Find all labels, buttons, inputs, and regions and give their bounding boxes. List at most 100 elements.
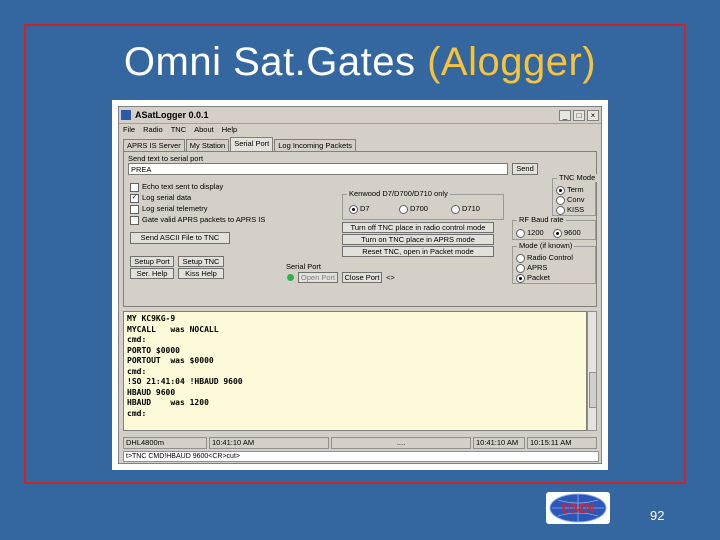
packet-mode-button[interactable]: Reset TNC, open in Packet mode xyxy=(342,246,494,257)
status-cell: DHL4800m xyxy=(123,437,207,449)
page-number: 92 xyxy=(650,508,665,523)
slide-title-main: Omni Sat.Gates xyxy=(123,40,416,84)
tnc-mode-label: TNC Mode xyxy=(557,173,598,182)
setup-port-button[interactable]: Setup Port xyxy=(130,256,174,267)
radio-aprs[interactable]: APRS xyxy=(516,263,547,273)
send-ascii-file-button[interactable]: Send ASCII File to TNC xyxy=(130,232,230,244)
svg-text:UMN: UMN xyxy=(561,502,594,517)
radio-button-icon[interactable] xyxy=(556,195,565,205)
log-line: MY KC9KG-9 xyxy=(127,314,176,323)
log-line: cmd: xyxy=(127,335,147,344)
status-cell: 10:41:10 AM xyxy=(473,437,525,449)
checkbox-box[interactable] xyxy=(130,215,139,225)
close-button[interactable]: × xyxy=(587,109,599,121)
aprs-mode-button[interactable]: Turn on TNC place in APRS mode xyxy=(342,234,494,245)
radio-control-mode-button[interactable]: Turn off TNC place in radio control mode xyxy=(342,222,494,233)
menu-file[interactable]: File xyxy=(123,125,135,134)
radio-button-icon[interactable] xyxy=(516,228,525,238)
open-port-button[interactable]: Open Port xyxy=(298,272,338,283)
app-icon xyxy=(121,110,131,120)
radio-9600[interactable]: 9600 xyxy=(553,228,581,238)
checkbox-box[interactable] xyxy=(130,204,139,214)
status-cell: 10:15:11 AM xyxy=(527,437,597,449)
send-text-label: Send text to serial port xyxy=(128,154,204,163)
slide-title: Omni Sat.Gates (Alogger) xyxy=(0,40,720,85)
checkbox-log-serial-data[interactable]: ✓ Log serial data xyxy=(130,193,191,203)
status-cell: 10:41:10 AM xyxy=(209,437,329,449)
serial-port-panel: Send text to serial port PREA Send Echo … xyxy=(123,151,598,307)
radio-conv[interactable]: Conv xyxy=(556,195,585,205)
radio-button-icon[interactable] xyxy=(516,273,525,283)
log-line: HBAUD was 1200 xyxy=(127,398,209,407)
radio-button-icon[interactable] xyxy=(553,228,562,238)
screenshot-container: ASatLogger 0.0.1 _ □ × File Radio TNC Ab… xyxy=(112,100,608,470)
send-text-input[interactable]: PREA xyxy=(128,163,508,175)
menu-radio[interactable]: Radio xyxy=(143,125,163,134)
radio-button-icon[interactable] xyxy=(556,185,565,195)
checkbox-log-serial-telemetry[interactable]: Log serial telemetry xyxy=(130,204,207,214)
tab-strip: APRS IS Server My Station Serial Port Lo… xyxy=(123,137,357,151)
kenwood-group-label: Kenwood D7/D700/D710 only xyxy=(347,189,450,198)
serial-log-output[interactable]: MY KC9KG-9 MYCALL was NOCALL cmd: PORTO … xyxy=(123,311,587,431)
log-line: MYCALL was NOCALL xyxy=(127,324,219,334)
logo: UMN xyxy=(546,492,610,524)
close-port-button[interactable]: Close Port xyxy=(342,272,382,283)
minimize-button[interactable]: _ xyxy=(559,109,571,121)
slide-title-accent: (Alogger) xyxy=(427,40,597,84)
port-arrows-icon[interactable]: <> xyxy=(386,273,395,282)
radio-kiss[interactable]: KISS xyxy=(556,205,584,215)
globe-logo-icon: UMN xyxy=(549,493,607,523)
radio-button-icon[interactable] xyxy=(451,204,460,214)
menu-about[interactable]: About xyxy=(194,125,214,134)
radio-packet[interactable]: Packet xyxy=(516,273,550,283)
serial-help-button[interactable]: Ser. Help xyxy=(130,268,174,279)
radio-d7[interactable]: D7 xyxy=(349,204,370,214)
menu-help[interactable]: Help xyxy=(222,125,237,134)
log-line: HBAUD 9600 xyxy=(127,387,176,397)
kenwood-group: Kenwood D7/D700/D710 only D7 D700 D710 xyxy=(342,190,504,220)
radio-button-icon[interactable] xyxy=(556,205,565,215)
tab-aprs-is-server[interactable]: APRS IS Server xyxy=(123,139,185,151)
window-title: ASatLogger 0.0.1 xyxy=(135,110,209,120)
radio-button-icon[interactable] xyxy=(349,204,358,214)
app-window: ASatLogger 0.0.1 _ □ × File Radio TNC Ab… xyxy=(118,106,602,464)
log-line: !SO 21:41:04 !HBAUD 9600 xyxy=(127,377,243,386)
send-button[interactable]: Send xyxy=(512,163,538,175)
mode-known-group: Mode (if known) Radio Control APRS Packe… xyxy=(512,242,596,284)
status-cell: .... xyxy=(331,437,471,449)
radio-1200[interactable]: 1200 xyxy=(516,228,544,238)
kiss-help-button[interactable]: Kiss Help xyxy=(178,268,224,279)
tnc-mode-group: TNC Mode Term Conv KISS xyxy=(552,174,598,216)
serial-port-label: Serial Port xyxy=(286,262,322,271)
mode-known-label: Mode (if known) xyxy=(517,241,575,250)
checkbox-box[interactable] xyxy=(130,182,139,192)
checkbox-gate-valid-aprs[interactable]: Gate valid APRS packets to APRS IS xyxy=(130,215,265,225)
maximize-button[interactable]: □ xyxy=(573,109,585,121)
rf-baud-group: RF Baud rate 1200 9600 xyxy=(512,216,596,240)
scrollbar-thumb[interactable] xyxy=(589,372,597,408)
tab-my-station[interactable]: My Station xyxy=(185,139,230,151)
log-line: PORTO $0000 xyxy=(127,345,180,355)
checkbox-echo-text[interactable]: Echo text sent to display xyxy=(130,182,223,192)
radio-button-icon[interactable] xyxy=(516,253,525,263)
menu-bar: File Radio TNC About Help xyxy=(119,124,601,135)
checkmark-icon[interactable]: ✓ xyxy=(130,193,139,203)
rf-baud-label: RF Baud rate xyxy=(517,215,566,224)
radio-radio-control[interactable]: Radio Control xyxy=(516,253,573,263)
radio-button-icon[interactable] xyxy=(516,263,525,273)
title-bar[interactable]: ASatLogger 0.0.1 _ □ × xyxy=(119,107,601,124)
tab-log-incoming-packets[interactable]: Log Incoming Packets xyxy=(274,139,357,151)
log-line: cmd: xyxy=(127,408,147,418)
radio-term[interactable]: Term xyxy=(556,185,584,195)
radio-button-icon[interactable] xyxy=(399,204,408,214)
tab-serial-port[interactable]: Serial Port xyxy=(230,137,274,151)
port-status-icon xyxy=(286,273,295,282)
log-scrollbar[interactable] xyxy=(587,311,597,431)
log-line: PORTOUT was $0000 xyxy=(127,356,214,365)
log-line: cmd: xyxy=(127,366,147,376)
radio-d700[interactable]: D700 xyxy=(399,204,428,214)
command-line: t>TNC CMD!HBAUD 9600<CR>cut> xyxy=(123,451,599,462)
menu-tnc[interactable]: TNC xyxy=(171,125,186,134)
setup-tnc-button[interactable]: Setup TNC xyxy=(178,256,224,267)
radio-d710[interactable]: D710 xyxy=(451,204,480,214)
